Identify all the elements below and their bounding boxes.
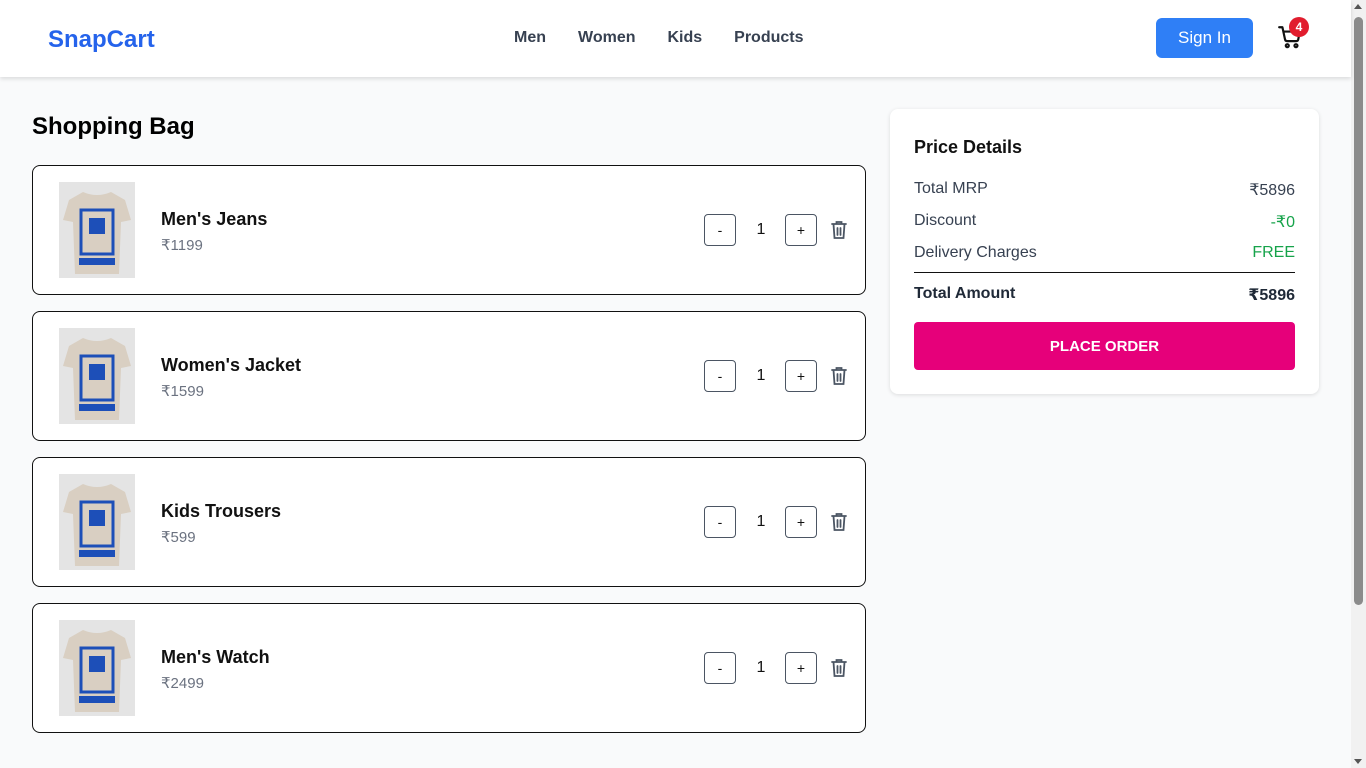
- nav-link-women[interactable]: Women: [578, 29, 635, 47]
- discount-value: -₹0: [1270, 214, 1295, 231]
- remove-item-button[interactable]: [830, 512, 848, 532]
- main-nav: Men Women Kids Products: [514, 29, 804, 47]
- total-amount-row: Total Amount ₹5896: [914, 285, 1295, 305]
- place-order-button[interactable]: PLACE ORDER: [914, 322, 1295, 370]
- product-thumbnail[interactable]: [59, 474, 135, 570]
- trash-icon: [831, 659, 847, 677]
- scroll-up-arrow-icon[interactable]: [1354, 4, 1362, 9]
- total-mrp-label: Total MRP: [914, 180, 988, 197]
- nav-link-kids[interactable]: Kids: [667, 29, 702, 47]
- item-price: ₹2499: [161, 675, 204, 692]
- price-details-panel: Price Details Total MRP ₹5896 Discount -…: [890, 109, 1319, 394]
- item-price: ₹1599: [161, 383, 204, 400]
- quantity-value: 1: [756, 221, 766, 238]
- price-divider: [914, 272, 1295, 273]
- cart-item: Men's Jeans ₹1199 - 1 +: [32, 165, 866, 295]
- tshirt-image-icon: [59, 328, 135, 424]
- quantity-value: 1: [756, 513, 766, 530]
- discount-row: Discount -₹0: [914, 212, 1295, 232]
- tshirt-image-icon: [59, 620, 135, 716]
- item-price: ₹599: [161, 529, 196, 546]
- nav-link-men[interactable]: Men: [514, 29, 546, 47]
- decrease-quantity-button[interactable]: -: [704, 652, 736, 684]
- delivery-value: FREE: [1252, 244, 1295, 261]
- cart-item: Men's Watch ₹2499 - 1 +: [32, 603, 866, 733]
- decrease-quantity-button[interactable]: -: [704, 214, 736, 246]
- scroll-thumb[interactable]: [1354, 17, 1363, 605]
- trash-icon: [831, 367, 847, 385]
- cart-item: Women's Jacket ₹1599 - 1 +: [32, 311, 866, 441]
- tshirt-image-icon: [59, 182, 135, 278]
- cart-count-badge: 4: [1289, 17, 1309, 37]
- cart-item: Kids Trousers ₹599 - 1 +: [32, 457, 866, 587]
- total-amount-value: ₹5896: [1248, 287, 1295, 304]
- decrease-quantity-button[interactable]: -: [704, 506, 736, 538]
- quantity-value: 1: [756, 659, 766, 676]
- increase-quantity-button[interactable]: +: [785, 652, 817, 684]
- price-details-title: Price Details: [914, 137, 1023, 157]
- item-name[interactable]: Men's Watch: [161, 647, 270, 668]
- quantity-value: 1: [756, 367, 766, 384]
- tshirt-image-icon: [59, 474, 135, 570]
- delivery-row: Delivery Charges FREE: [914, 244, 1295, 262]
- discount-label: Discount: [914, 212, 977, 229]
- item-name[interactable]: Kids Trousers: [161, 501, 281, 522]
- remove-item-button[interactable]: [830, 220, 848, 240]
- sign-in-button[interactable]: Sign In: [1156, 18, 1253, 58]
- top-navbar: SnapCart Men Women Kids Products Sign In…: [0, 0, 1351, 77]
- item-price: ₹1199: [161, 237, 203, 254]
- trash-icon: [831, 513, 847, 531]
- increase-quantity-button[interactable]: +: [785, 360, 817, 392]
- remove-item-button[interactable]: [830, 366, 848, 386]
- product-thumbnail[interactable]: [59, 620, 135, 716]
- cart-button[interactable]: 4: [1277, 17, 1309, 52]
- total-mrp-row: Total MRP ₹5896: [914, 180, 1295, 200]
- nav-link-products[interactable]: Products: [734, 29, 803, 47]
- page-title: Shopping Bag: [32, 113, 195, 140]
- item-name[interactable]: Men's Jeans: [161, 209, 267, 230]
- increase-quantity-button[interactable]: +: [785, 506, 817, 538]
- total-mrp-value: ₹5896: [1249, 182, 1295, 199]
- cart-item-list: Men's Jeans ₹1199 - 1 + Women's Jacket ₹…: [32, 165, 866, 749]
- decrease-quantity-button[interactable]: -: [704, 360, 736, 392]
- item-name[interactable]: Women's Jacket: [161, 355, 301, 376]
- product-thumbnail[interactable]: [59, 328, 135, 424]
- scroll-down-arrow-icon[interactable]: [1354, 759, 1362, 764]
- total-amount-label: Total Amount: [914, 285, 1016, 302]
- product-thumbnail[interactable]: [59, 182, 135, 278]
- increase-quantity-button[interactable]: +: [785, 214, 817, 246]
- remove-item-button[interactable]: [830, 658, 848, 678]
- page-scrollbar[interactable]: [1351, 0, 1366, 768]
- delivery-label: Delivery Charges: [914, 244, 1037, 261]
- trash-icon: [831, 221, 847, 239]
- brand-logo[interactable]: SnapCart: [48, 26, 155, 54]
